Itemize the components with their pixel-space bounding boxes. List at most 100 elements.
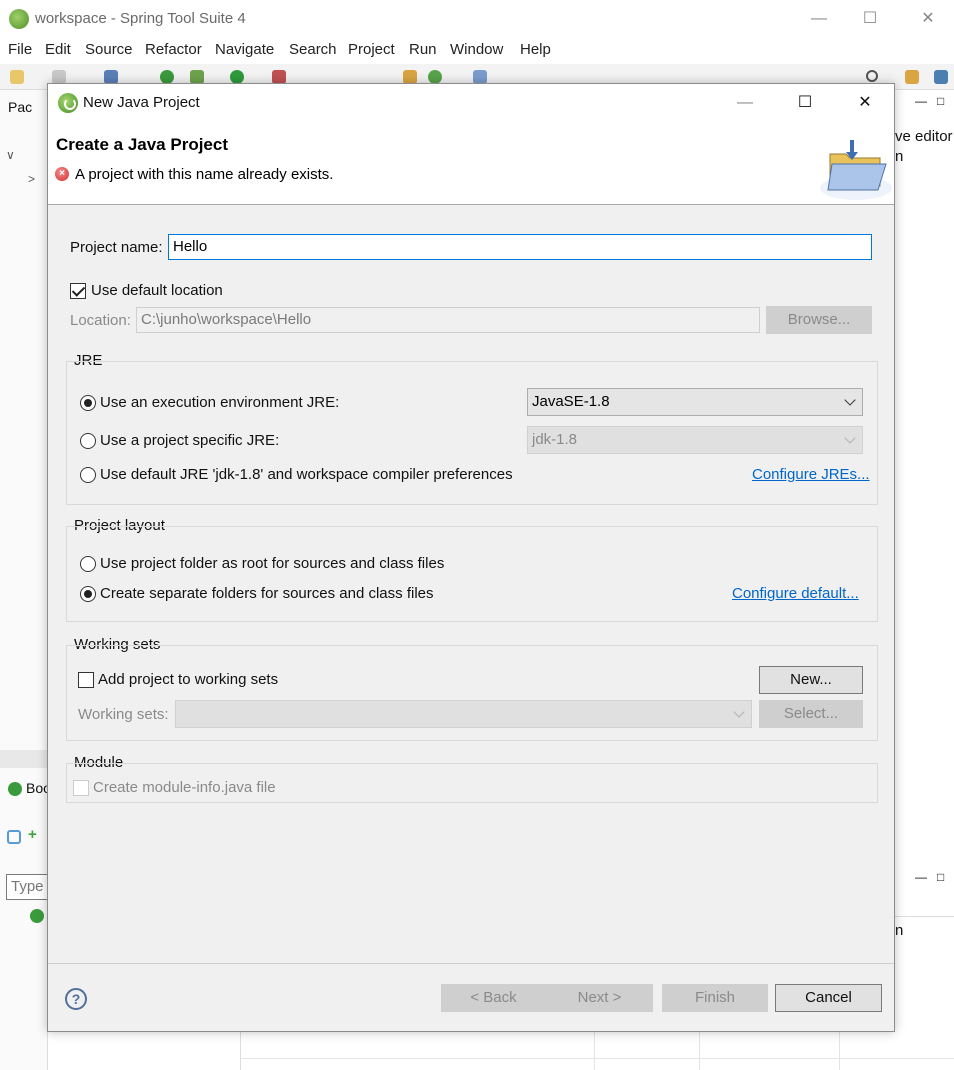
open-type-icon[interactable]: [473, 70, 487, 84]
new-working-set-button[interactable]: New...: [759, 666, 863, 694]
tree-collapse-icon[interactable]: >: [28, 172, 35, 186]
grid-line: [241, 1058, 954, 1059]
dialog-maximize-icon[interactable]: ☐: [782, 84, 828, 122]
right-panel-text-2: n: [895, 148, 904, 165]
help-icon[interactable]: ?: [65, 988, 87, 1010]
minimize-view-icon[interactable]: —: [915, 94, 927, 108]
use-default-location-checkbox[interactable]: [70, 283, 86, 299]
exec-env-jre-label: Use an execution environment JRE:: [100, 394, 340, 411]
project-name-input[interactable]: Hello: [168, 234, 872, 260]
default-jre-label: Use default JRE 'jdk-1.8' and workspace …: [100, 466, 513, 483]
grid-line: [594, 1032, 595, 1070]
java-perspective-icon[interactable]: [934, 70, 948, 84]
coverage-icon[interactable]: [272, 70, 286, 84]
new-class-icon[interactable]: [428, 70, 442, 84]
menu-edit[interactable]: Edit: [45, 41, 71, 58]
project-specific-jre-radio[interactable]: [80, 433, 96, 449]
project-name-label: Project name:: [70, 239, 163, 256]
ide-window-title: workspace - Spring Tool Suite 4: [35, 10, 246, 27]
grid-line: [839, 1032, 840, 1070]
debug-icon[interactable]: [190, 70, 204, 84]
boot-icon[interactable]: [160, 70, 174, 84]
project-root-layout-radio[interactable]: [80, 556, 96, 572]
next-button[interactable]: Next >: [546, 984, 653, 1012]
chevron-down-icon: [844, 432, 856, 444]
finish-button[interactable]: Finish: [662, 984, 768, 1012]
add-to-working-sets-label: Add project to working sets: [98, 671, 279, 688]
menu-navigate[interactable]: Navigate: [215, 41, 274, 58]
project-specific-jre-select[interactable]: jdk-1.8: [527, 426, 863, 454]
menu-project[interactable]: Project: [348, 41, 395, 58]
new-package-icon[interactable]: [403, 70, 417, 84]
create-module-info-label: Create module-info.java file: [93, 779, 276, 796]
exec-env-jre-radio[interactable]: [80, 395, 96, 411]
use-default-location-label: Use default location: [91, 282, 223, 299]
package-explorer-tab[interactable]: Pac: [8, 99, 32, 115]
dialog-titlebar: New Java Project — ☐ ✕: [48, 84, 894, 122]
spring-logo-icon: [58, 93, 78, 113]
back-button[interactable]: < Back: [441, 984, 546, 1012]
project-layout-group: [66, 526, 878, 622]
default-jre-radio[interactable]: [80, 467, 96, 483]
location-label: Location:: [70, 312, 131, 329]
create-module-info-checkbox[interactable]: [73, 780, 89, 796]
search-icon[interactable]: [866, 70, 878, 82]
maximize-view-icon-2[interactable]: □: [937, 870, 944, 884]
dialog-title: New Java Project: [83, 94, 200, 111]
filter-icon[interactable]: [7, 830, 21, 844]
dialog-close-icon[interactable]: ✕: [842, 84, 888, 122]
package-explorer-panel: Pac ∨ > Boo + Type: [0, 90, 51, 1070]
error-icon: ×: [55, 167, 69, 181]
run-icon[interactable]: [230, 70, 244, 84]
cancel-button[interactable]: Cancel: [775, 984, 882, 1012]
right-panel: ve editor n — □ — □ n: [895, 90, 954, 1070]
save-icon[interactable]: [52, 70, 66, 84]
select-working-sets-button[interactable]: Select...: [759, 700, 863, 728]
configure-default-link[interactable]: Configure default...: [732, 585, 859, 602]
bottom-table: [240, 1032, 954, 1070]
add-to-working-sets-checkbox[interactable]: [78, 672, 94, 688]
right-panel-text: ve editor: [895, 128, 953, 145]
panel-divider: [895, 916, 954, 917]
open-perspective-icon[interactable]: [905, 70, 919, 84]
menu-window[interactable]: Window: [450, 41, 503, 58]
menu-source[interactable]: Source: [85, 41, 133, 58]
menu-help[interactable]: Help: [520, 41, 551, 58]
maximize-icon[interactable]: ☐: [847, 6, 893, 32]
dialog-minimize-icon: —: [737, 94, 753, 111]
horizontal-scrollbar[interactable]: [0, 750, 48, 768]
menu-search[interactable]: Search: [289, 41, 337, 58]
working-sets-label: Working sets:: [78, 706, 169, 723]
configure-jres-link[interactable]: Configure JREs...: [752, 466, 870, 483]
add-icon[interactable]: +: [28, 826, 37, 843]
menubar: File Edit Source Refactor Navigate Searc…: [0, 38, 954, 64]
menu-file[interactable]: File: [8, 41, 32, 58]
footer-separator: [48, 963, 894, 964]
wizard-banner: Create a Java Project × A project with t…: [48, 122, 894, 205]
boot-dashboard-icon: [8, 782, 22, 796]
error-message: A project with this name already exists.: [75, 166, 334, 183]
browse-button[interactable]: Browse...: [766, 306, 872, 334]
maximize-view-icon[interactable]: □: [937, 94, 944, 108]
working-sets-select[interactable]: [175, 700, 752, 728]
local-boot-icon: [30, 909, 44, 923]
close-icon[interactable]: ✕: [905, 6, 951, 32]
project-specific-jre-label: Use a project specific JRE:: [100, 432, 280, 449]
menu-run[interactable]: Run: [409, 41, 437, 58]
grid-line: [699, 1032, 700, 1070]
chevron-down-icon: [844, 394, 856, 406]
new-icon[interactable]: [10, 70, 24, 84]
project-specific-jre-value: jdk-1.8: [532, 431, 578, 448]
separate-folders-layout-label: Create separate folders for sources and …: [100, 585, 434, 602]
menu-refactor[interactable]: Refactor: [145, 41, 202, 58]
minimize-icon[interactable]: —: [796, 6, 842, 32]
type-filter-input[interactable]: Type: [6, 874, 50, 900]
location-input[interactable]: C:\junho\workspace\Hello: [136, 307, 760, 333]
exec-env-value: JavaSE-1.8: [532, 393, 610, 410]
tree-expand-icon[interactable]: ∨: [6, 148, 15, 162]
minimize-view-icon-2[interactable]: —: [915, 870, 927, 884]
bottom-column-text: n: [895, 922, 904, 939]
exec-env-select[interactable]: JavaSE-1.8: [527, 388, 863, 416]
console-icon[interactable]: [104, 70, 118, 84]
separate-folders-layout-radio[interactable]: [80, 586, 96, 602]
